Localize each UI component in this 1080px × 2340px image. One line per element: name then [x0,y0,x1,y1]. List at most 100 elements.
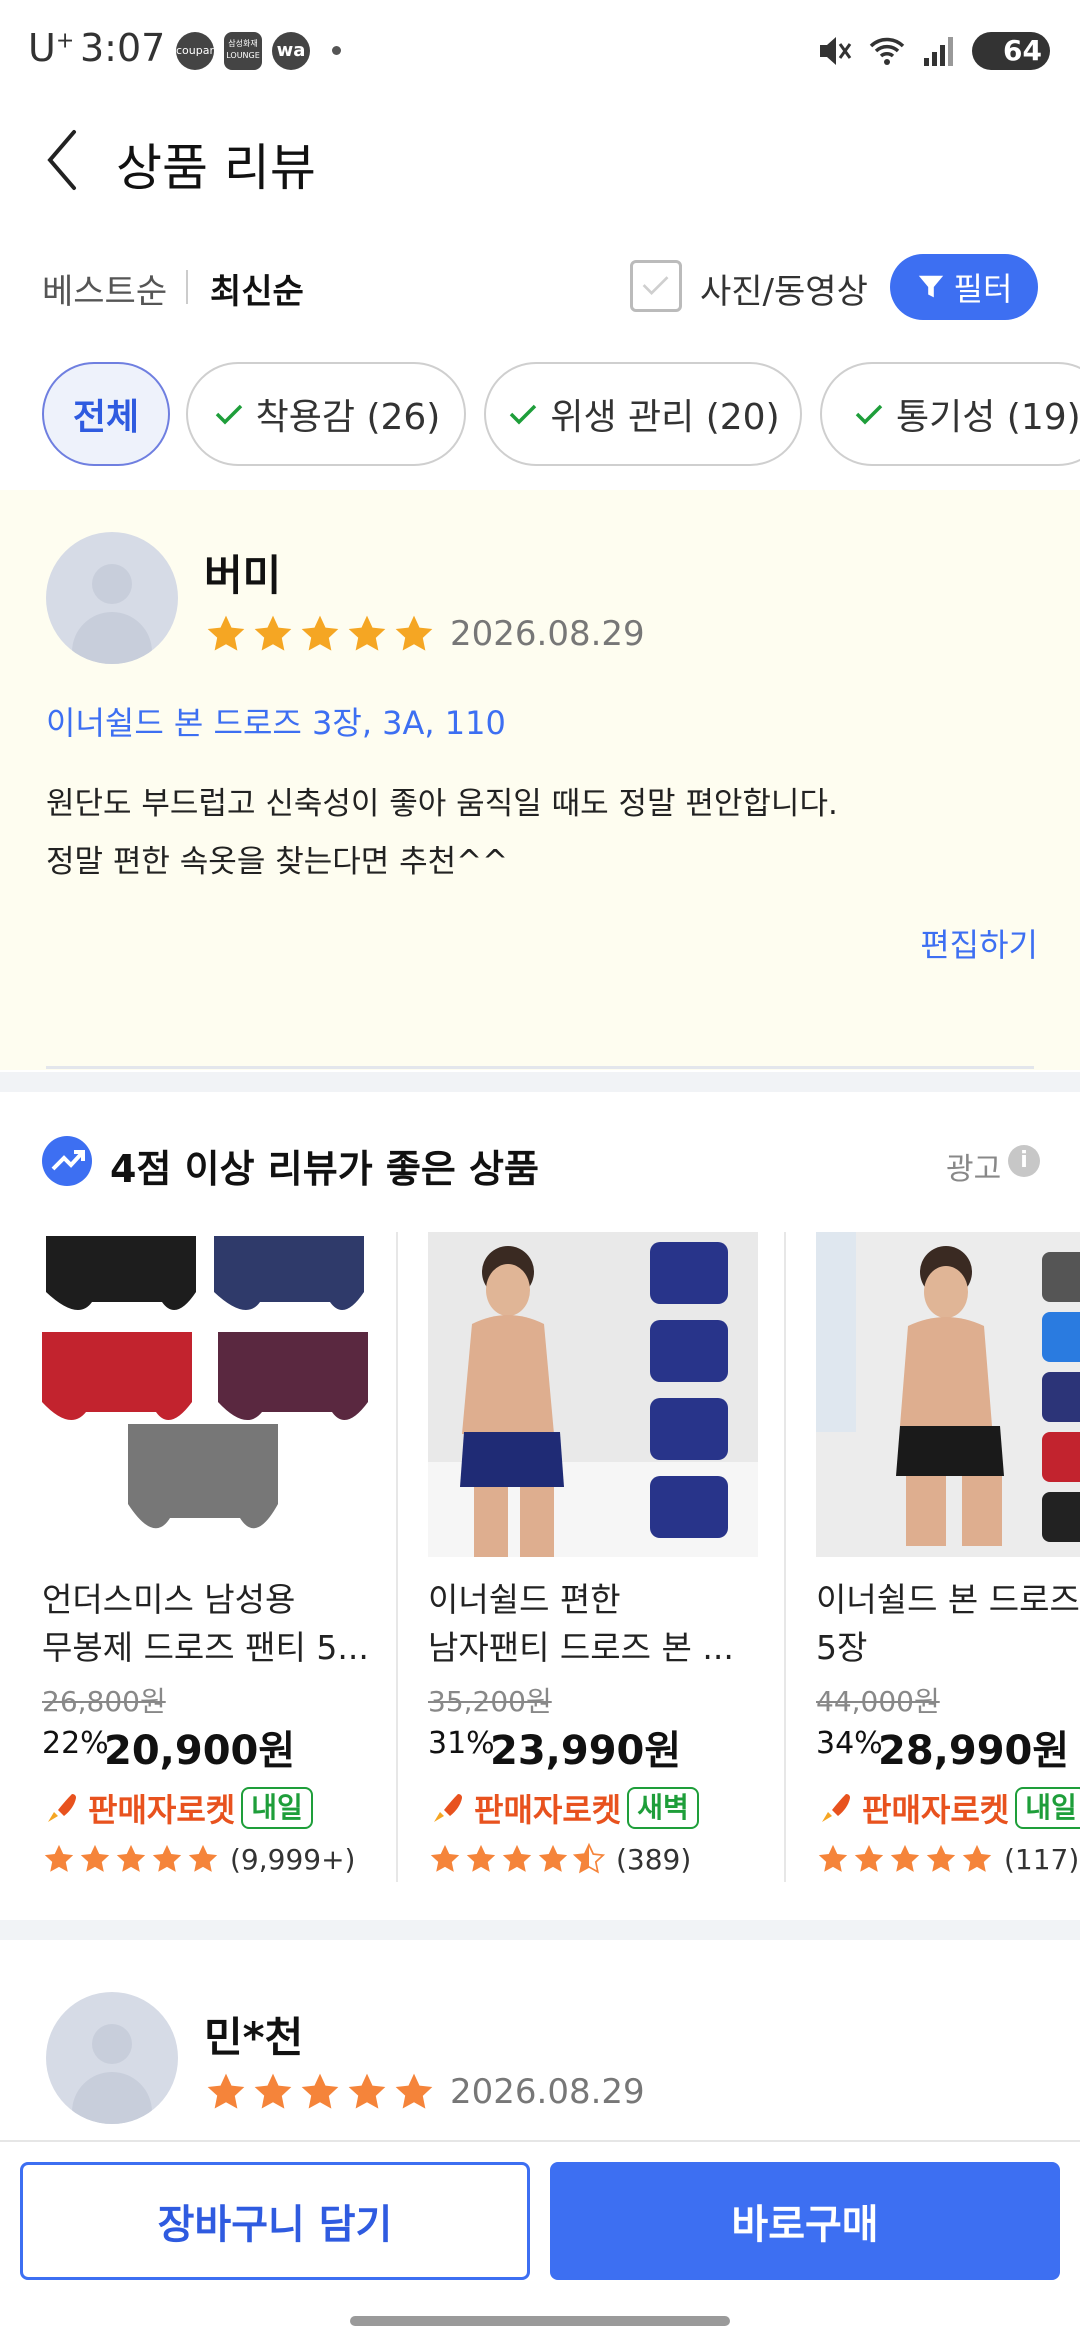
delivery-badge: 내일 [1015,1787,1080,1829]
review-date: 2026.08.29 [450,614,645,654]
sort-best-option[interactable]: 베스트순 [42,264,167,313]
sale-price: 28,990원 [878,1728,1070,1774]
star-icon [188,1844,218,1872]
home-indicator[interactable] [350,2316,730,2326]
sale-price: 23,990원 [490,1728,682,1774]
photo-video-label[interactable]: 사진/동영상 [700,264,868,313]
star-icon [116,1844,146,1872]
star-icon [80,1844,110,1872]
delivery-badge: 내일 [241,1787,313,1829]
info-icon[interactable]: i [1008,1145,1040,1177]
star-icon [890,1844,920,1872]
original-price: 44,000원 [816,1685,940,1718]
funnel-icon [918,275,943,298]
battery-indicator: 64 [972,32,1050,70]
original-price: 26,800원 [42,1685,166,1718]
status-bar: U+ 3:07 coupang eats 삼성화재 LOUNGE wa 64 [0,0,1080,100]
star-icon [962,1844,992,1872]
rocket-icon [48,1794,76,1822]
star-icon [348,2073,386,2109]
reviewer-name: 민*천 [204,2013,304,2062]
check-icon [642,276,669,295]
review-count: (389) [616,1842,692,1876]
notification-dot [332,46,341,55]
samsung-lounge-app-icon: 삼성화재 LOUNGE [224,32,262,70]
rocket-icon [434,1794,462,1822]
page-title: 상품 리뷰 [116,139,316,197]
rocket-label: 판매자로켓 [862,1791,1010,1829]
wa-app-icon: wa [272,32,310,70]
sale-price: 20,900원 [104,1728,296,1774]
star-icon [818,1844,848,1872]
star-icon [254,615,292,651]
star-icon [152,1844,182,1872]
product-image [42,1232,372,1557]
review-count: (9,999+) [230,1842,356,1876]
rocket-label: 판매자로켓 [474,1791,622,1829]
back-icon[interactable] [36,122,96,198]
ad-label: 광고 [946,1152,1002,1187]
rocket-icon [822,1794,850,1822]
chip-breathability[interactable]: 통기성 (19) [820,362,1080,466]
recommended-products: 4점 이상 리뷰가 좋은 상품 광고 i 언더스미스 남성용 무봉제 드로즈 팬티… [0,1092,1080,1920]
star-icon [395,615,433,651]
star-icon [854,1844,884,1872]
sort-divider [186,270,188,304]
sort-row: 베스트순 최신순 사진/동영상 필터 [0,250,1080,330]
rocket-delivery: 판매자로켓 새벽 [428,1786,699,1830]
product-name: 언더스미스 남성용 무봉제 드로즈 팬티 5... [42,1580,369,1667]
chip-hygiene[interactable]: 위생 관리 (20) [484,362,802,466]
avatar [46,1992,178,2124]
star-icon [254,2073,292,2109]
mute-icon [820,37,852,65]
star-icon [466,1844,496,1872]
check-icon [855,404,883,425]
chip-label: 전체 [72,397,140,438]
star-icon [926,1844,956,1872]
product-card[interactable]: 언더스미스 남성용 무봉제 드로즈 팬티 5... 26,800원 22% 20,… [42,1232,402,1892]
section-gap [0,1920,1080,1940]
signal-icon [924,37,953,66]
star-icon [207,615,245,651]
buy-now-button[interactable]: 바로구매 [550,2162,1060,2280]
chip-all[interactable]: 전체 [42,362,170,466]
sort-newest-option[interactable]: 최신순 [210,264,304,313]
delivery-badge: 새벽 [627,1787,699,1829]
chip-label: 착용감 (26) [255,397,441,438]
chip-fit[interactable]: 착용감 (26) [186,362,466,466]
product-card[interactable]: 이너쉴드 본 드로즈 5장 44,000원 34% 28,990원 판매자로켓 내… [816,1232,1080,1892]
avatar [46,532,178,664]
product-divider [396,1232,398,1882]
section-title: 4점 이상 리뷰가 좋은 상품 [110,1147,539,1191]
star-icon [430,1844,460,1872]
product-card[interactable]: 이너쉴드 편한 남자팬티 드로즈 본 ... 35,200원 31% 23,990… [428,1232,788,1892]
star-icon [395,2073,433,2109]
rating-stars [204,2070,436,2114]
product-rating: (9,999+) [42,1842,355,1876]
product-option: 이너쉴드 본 드로즈 3장, 3A, 110 [46,704,506,742]
review-count: (117) [1004,1842,1080,1876]
bottom-action-bar: 장바구니 담기 바로구매 [0,2140,1080,2340]
rocket-label: 판매자로켓 [88,1791,236,1829]
product-name: 이너쉴드 편한 남자팬티 드로즈 본 ... [428,1580,734,1667]
header: 상품 리뷰 [0,100,1080,230]
edit-review-link[interactable]: 편집하기 [920,920,1038,966]
filter-label: 필터 [953,270,1013,308]
review-date: 2026.08.29 [450,2072,645,2112]
discount-rate: 31% [428,1726,495,1761]
product-rating: (117) [816,1842,1079,1876]
review-text-line: 원단도 부드럽고 신축성이 좋아 움직일 때도 정말 편안합니다. [46,786,838,822]
review-text-line: 정말 편한 속옷을 찾는다면 추천^^ [46,844,509,880]
star-icon [301,2073,339,2109]
filter-button[interactable]: 필터 [890,254,1038,320]
add-to-cart-button[interactable]: 장바구니 담기 [20,2162,530,2280]
discount-rate: 22% [42,1726,109,1761]
photo-video-checkbox[interactable] [630,260,682,312]
clock: 3:07 [80,26,166,70]
rating-stars [204,612,436,656]
rocket-delivery: 판매자로켓 내일 [42,1786,313,1830]
coupang-eats-app-icon: coupang eats [176,32,214,70]
section-gap [0,1072,1080,1092]
chip-label: 통기성 (19) [896,397,1080,438]
status-right: 64 [816,30,1050,72]
